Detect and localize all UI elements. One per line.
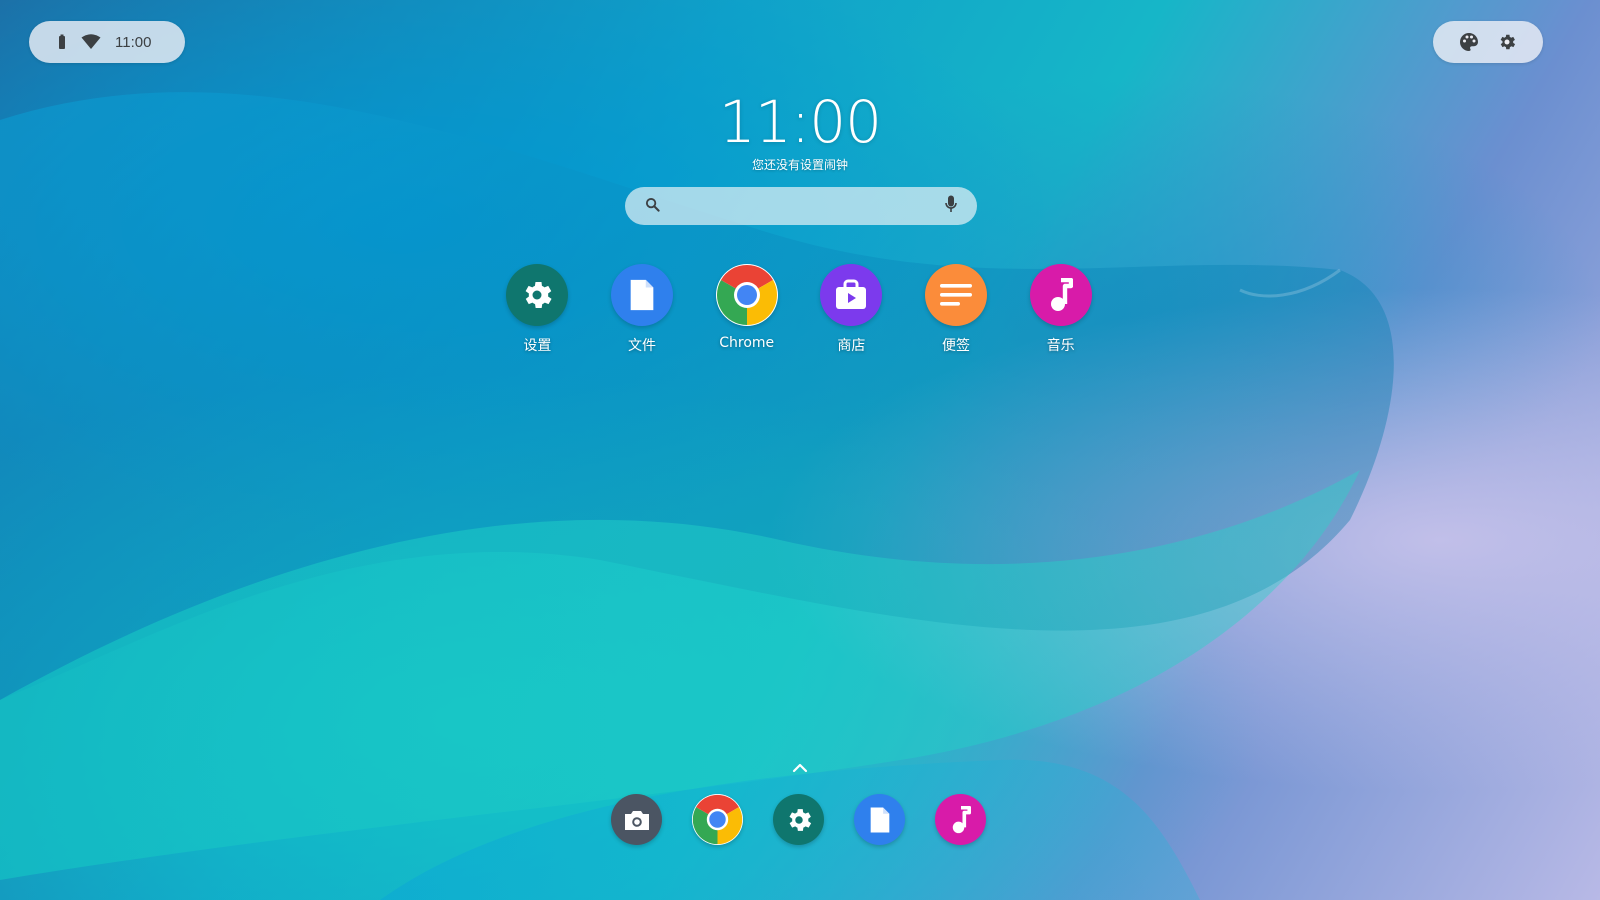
app-settings[interactable]: 设置 xyxy=(485,264,590,355)
wifi-icon xyxy=(81,34,101,50)
status-bar[interactable]: 11:00 xyxy=(29,21,185,63)
mic-icon[interactable] xyxy=(945,195,957,217)
app-label: 便签 xyxy=(942,338,971,354)
app-chrome[interactable]: Chrome xyxy=(694,264,799,355)
chrome-icon xyxy=(715,264,778,326)
alarm-status: 您还没有设置闹钟 xyxy=(751,158,848,172)
palette-icon[interactable] xyxy=(1459,32,1479,52)
search-input[interactable] xyxy=(672,186,933,226)
app-label: 文件 xyxy=(628,338,656,354)
camera-icon[interactable] xyxy=(611,794,662,845)
app-label: Chrome xyxy=(719,335,775,351)
notes-icon xyxy=(925,264,988,326)
music-note-icon xyxy=(1029,264,1092,326)
search-icon xyxy=(645,197,660,216)
app-music[interactable]: 音乐 xyxy=(1008,264,1113,355)
file-icon xyxy=(611,264,673,326)
app-label: 音乐 xyxy=(1046,338,1075,354)
music-note-icon[interactable] xyxy=(935,794,986,845)
app-grid: 设置 文件 Chrome 商店 便签 音乐 xyxy=(485,264,1113,355)
file-icon[interactable] xyxy=(854,794,905,845)
quick-settings xyxy=(1433,21,1543,63)
status-time: 11:00 xyxy=(115,33,152,51)
app-store[interactable]: 商店 xyxy=(799,264,904,355)
gear-icon[interactable] xyxy=(1497,32,1517,52)
settings-gear-icon xyxy=(506,264,569,326)
battery-icon xyxy=(57,34,67,50)
store-icon xyxy=(820,264,883,326)
search-bar[interactable] xyxy=(625,186,977,226)
dock xyxy=(611,794,986,845)
settings-gear-icon[interactable] xyxy=(773,794,824,845)
clock-widget[interactable]: 11:00 xyxy=(0,88,1600,156)
app-notes[interactable]: 便签 xyxy=(904,264,1009,355)
app-label: 设置 xyxy=(523,338,552,354)
app-files[interactable]: 文件 xyxy=(590,264,695,355)
chrome-icon[interactable] xyxy=(692,794,743,845)
chevron-up-icon[interactable] xyxy=(790,760,810,779)
app-label: 商店 xyxy=(837,338,866,354)
